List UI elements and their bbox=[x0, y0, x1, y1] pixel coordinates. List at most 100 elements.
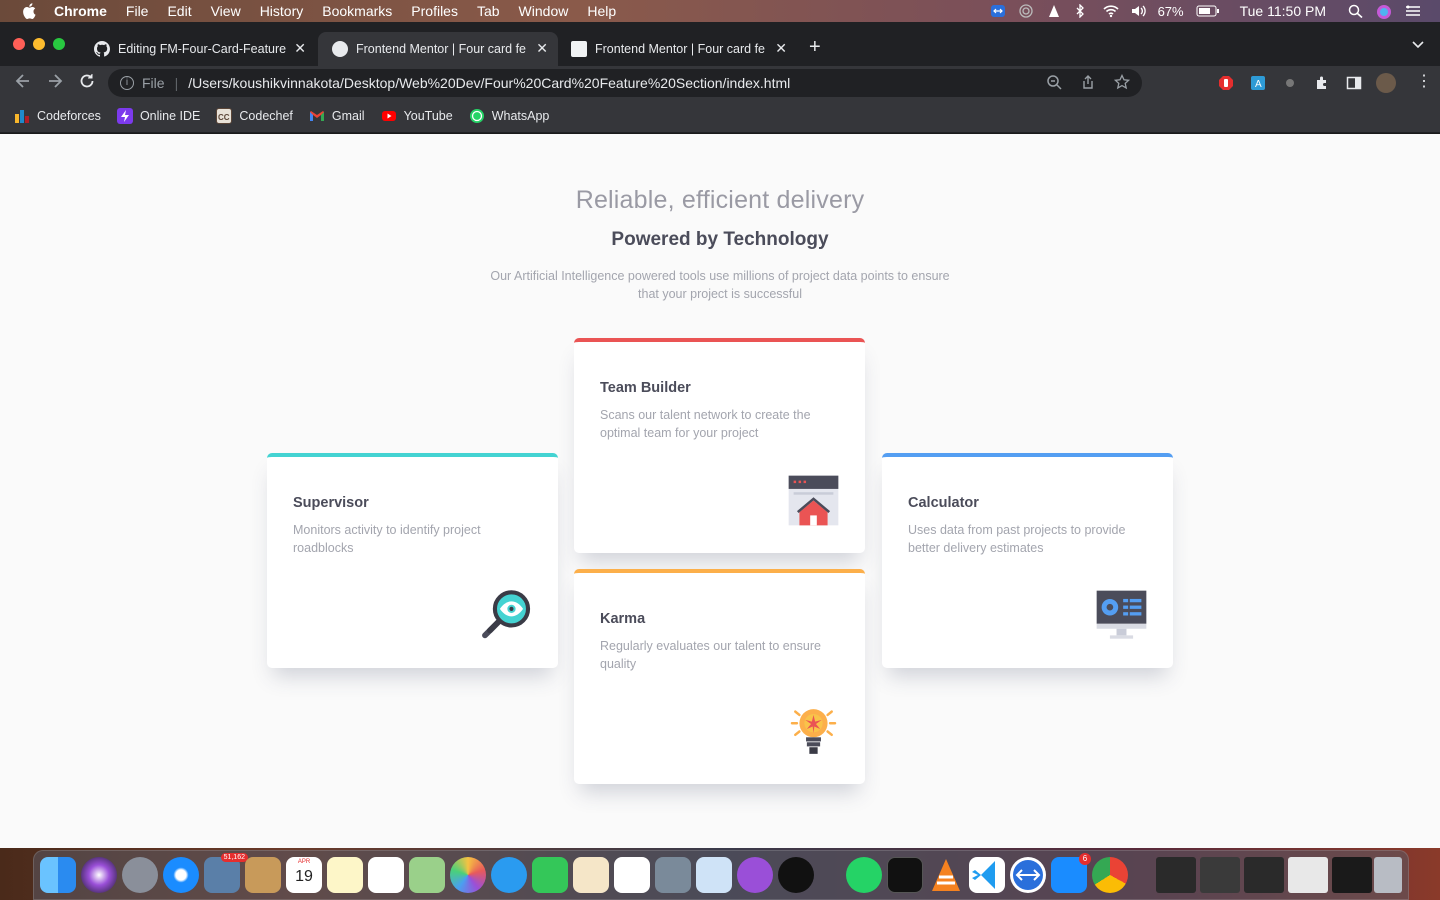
volume-icon[interactable] bbox=[1130, 4, 1146, 18]
share-icon[interactable] bbox=[1080, 74, 1096, 93]
spiral-status-icon[interactable] bbox=[1018, 4, 1034, 18]
trash-icon[interactable] bbox=[1374, 857, 1402, 893]
side-panel-icon[interactable] bbox=[1346, 75, 1362, 91]
apple-tv-icon[interactable] bbox=[778, 857, 814, 893]
omnibox-actions bbox=[1046, 73, 1131, 93]
back-icon[interactable] bbox=[14, 72, 32, 95]
zoom-icon[interactable] bbox=[1046, 74, 1062, 93]
bookmark-gmail[interactable]: Gmail bbox=[309, 108, 365, 124]
site-info-icon[interactable]: i bbox=[120, 76, 134, 90]
clock[interactable]: Tue 11:50 PM bbox=[1240, 3, 1326, 19]
photos-icon[interactable] bbox=[450, 857, 486, 893]
calendar-icon[interactable]: APR 19 bbox=[286, 857, 322, 893]
safari-icon[interactable] bbox=[163, 857, 199, 893]
menu-history[interactable]: History bbox=[260, 3, 304, 19]
extensions-puzzle-icon[interactable] bbox=[1314, 75, 1330, 91]
card-description: Scans our talent network to create the o… bbox=[600, 408, 811, 440]
menu-bookmarks[interactable]: Bookmarks bbox=[322, 3, 392, 19]
svg-text:A: A bbox=[1255, 79, 1262, 90]
url-text[interactable]: /Users/koushikvinnakota/Desktop/Web%20De… bbox=[188, 75, 790, 91]
numbers-icon[interactable] bbox=[614, 857, 650, 893]
minimized-window-thumbnail[interactable] bbox=[1288, 857, 1328, 893]
apple-icon[interactable] bbox=[20, 2, 38, 20]
contacts-icon[interactable] bbox=[245, 857, 281, 893]
menu-view[interactable]: View bbox=[211, 3, 241, 19]
menu-file[interactable]: File bbox=[126, 3, 149, 19]
minimized-window-thumbnail[interactable] bbox=[1332, 857, 1372, 893]
profile-avatar[interactable] bbox=[1376, 73, 1396, 93]
tab-close-icon[interactable]: ✕ bbox=[536, 40, 548, 57]
close-window-button[interactable] bbox=[13, 38, 25, 50]
vlc-status-icon[interactable] bbox=[1046, 4, 1062, 18]
teamviewer-status-icon[interactable] bbox=[990, 4, 1006, 18]
teamviewer-icon[interactable] bbox=[1010, 857, 1046, 893]
vscode-icon[interactable] bbox=[969, 857, 1005, 893]
pages-icon[interactable] bbox=[573, 857, 609, 893]
maps-icon[interactable] bbox=[409, 857, 445, 893]
facetime-icon[interactable] bbox=[532, 857, 568, 893]
bookmark-codeforces[interactable]: Codeforces bbox=[14, 108, 101, 124]
spotlight-search-icon[interactable] bbox=[1348, 4, 1364, 19]
whatsapp-dock-icon[interactable] bbox=[846, 857, 882, 893]
tab-close-icon[interactable]: ✕ bbox=[294, 40, 306, 57]
magnifier-eye-icon bbox=[480, 589, 533, 642]
control-center-icon[interactable] bbox=[1404, 4, 1420, 18]
forward-icon[interactable] bbox=[46, 72, 64, 95]
minimized-window-thumbnail[interactable] bbox=[1200, 857, 1240, 893]
bookmark-whatsapp[interactable]: WhatsApp bbox=[469, 108, 549, 124]
menu-app-name[interactable]: Chrome bbox=[54, 3, 107, 19]
adblock-extension-icon[interactable] bbox=[1218, 75, 1234, 91]
launchpad-icon[interactable] bbox=[122, 857, 158, 893]
vlc-icon[interactable] bbox=[928, 857, 964, 893]
minimized-window-thumbnail[interactable] bbox=[1244, 857, 1284, 893]
heading-bold: Powered by Technology bbox=[611, 229, 829, 250]
messages-icon[interactable] bbox=[491, 857, 527, 893]
tab-frontend-mentor-active[interactable]: Frontend Mentor | Four card fe ✕ bbox=[318, 32, 558, 66]
mail-icon[interactable]: 51,162 bbox=[204, 853, 248, 893]
bookmark-online-ide[interactable]: Online IDE bbox=[116, 108, 200, 124]
tab-editing-repo[interactable]: Editing FM-Four-Card-Feature ✕ bbox=[80, 32, 316, 66]
app-store-badge: 6 bbox=[1079, 853, 1091, 865]
card-description: Monitors activity to identify project ro… bbox=[293, 523, 481, 555]
minimize-window-button[interactable] bbox=[33, 38, 45, 50]
terminal-icon[interactable] bbox=[887, 857, 923, 893]
siri-icon[interactable] bbox=[1376, 4, 1392, 19]
battery-icon[interactable] bbox=[1196, 4, 1220, 18]
menu-window[interactable]: Window bbox=[519, 3, 569, 19]
chrome-dock-icon[interactable] bbox=[1092, 857, 1128, 893]
minimized-window-thumbnail[interactable] bbox=[1156, 857, 1196, 893]
reminders-icon[interactable] bbox=[368, 857, 404, 893]
chrome-menu-icon[interactable]: ⋮ bbox=[1416, 74, 1432, 91]
bookmark-codechef[interactable]: CC Codechef bbox=[216, 108, 293, 124]
app-store-icon[interactable]: 6 bbox=[1051, 853, 1091, 893]
menu-edit[interactable]: Edit bbox=[167, 3, 191, 19]
podcasts-icon[interactable] bbox=[737, 857, 773, 893]
keynote-icon[interactable] bbox=[696, 857, 732, 893]
lightbulb-icon bbox=[787, 705, 840, 758]
bookmark-star-icon[interactable] bbox=[1113, 73, 1131, 93]
finder-icon[interactable] bbox=[40, 857, 76, 893]
menu-help[interactable]: Help bbox=[587, 3, 616, 19]
scheme-label: File bbox=[142, 75, 165, 91]
extension-disabled-icon[interactable] bbox=[1282, 75, 1298, 91]
bookmark-youtube[interactable]: YouTube bbox=[381, 108, 453, 124]
translate-extension-icon[interactable]: A bbox=[1250, 75, 1266, 91]
zoom-window-button[interactable] bbox=[53, 38, 65, 50]
battery-percent: 67% bbox=[1157, 3, 1184, 19]
address-bar[interactable]: i File | /Users/koushikvinnakota/Desktop… bbox=[108, 69, 1142, 97]
tab-title: Editing FM-Four-Card-Feature bbox=[118, 42, 287, 56]
tab-search-chevron-icon[interactable] bbox=[1412, 38, 1424, 52]
menu-profiles[interactable]: Profiles bbox=[411, 3, 458, 19]
siri-icon[interactable] bbox=[81, 857, 117, 893]
notes-icon[interactable] bbox=[327, 857, 363, 893]
reload-icon[interactable] bbox=[78, 72, 96, 95]
tab-close-icon[interactable]: ✕ bbox=[775, 40, 787, 57]
menu-tab[interactable]: Tab bbox=[477, 3, 500, 19]
new-tab-button[interactable]: + bbox=[809, 36, 821, 59]
window-controls bbox=[13, 38, 65, 50]
bookmark-label: YouTube bbox=[403, 109, 453, 123]
tab-frontend-mentor[interactable]: Frontend Mentor | Four card fe ✕ bbox=[557, 32, 797, 66]
wifi-icon[interactable] bbox=[1102, 4, 1119, 18]
bluetooth-icon[interactable] bbox=[1074, 3, 1090, 19]
preview-icon[interactable] bbox=[655, 857, 691, 893]
